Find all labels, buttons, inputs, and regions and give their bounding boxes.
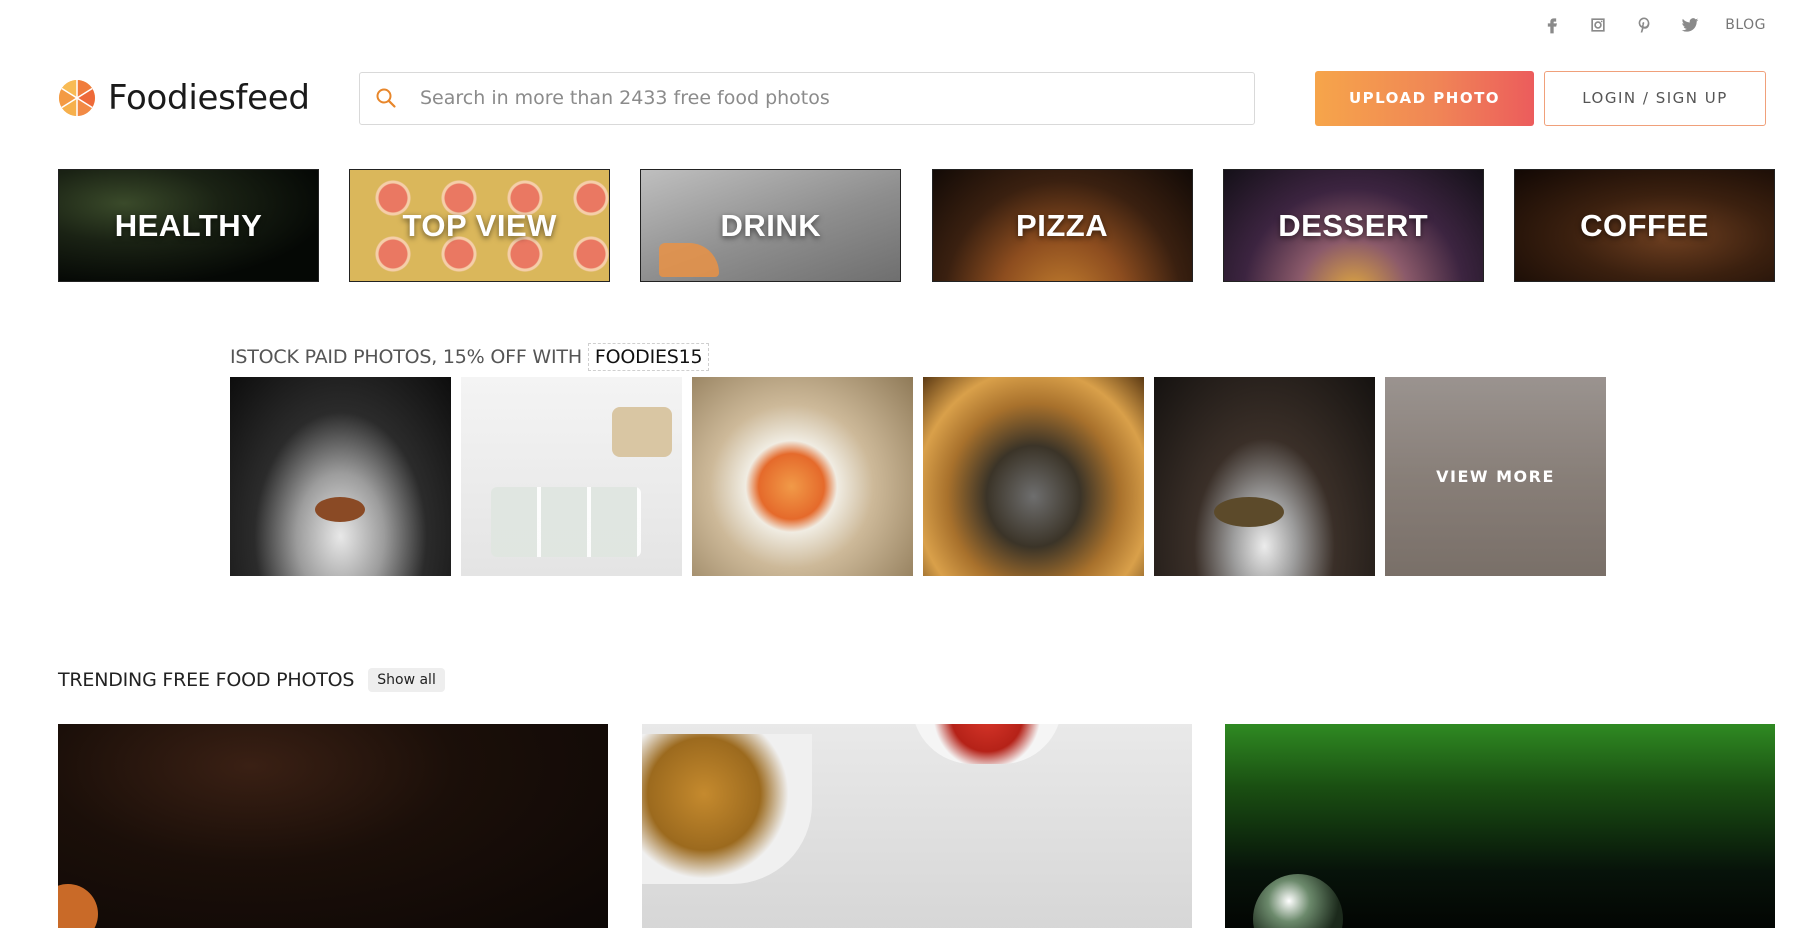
twitter-icon[interactable] xyxy=(1679,14,1701,36)
istock-photo[interactable] xyxy=(692,377,913,576)
trending-photo[interactable] xyxy=(641,724,1192,928)
istock-photo[interactable] xyxy=(923,377,1144,576)
category-pizza[interactable]: PIZZA xyxy=(931,169,1193,282)
category-label: DESSERT xyxy=(1278,207,1429,243)
category-row: HEALTHY TOP VIEW DRINK PIZZA DESSERT COF… xyxy=(58,169,1775,282)
istock-photo-row: VIEW MORE xyxy=(230,377,1606,576)
login-signup-button[interactable]: LOGIN / SIGN UP xyxy=(1544,70,1766,126)
category-label: HEALTHY xyxy=(114,207,263,243)
category-top-view[interactable]: TOP VIEW xyxy=(349,169,611,282)
blog-link[interactable]: BLOG xyxy=(1725,17,1766,33)
category-dessert[interactable]: DESSERT xyxy=(1222,169,1484,282)
trending-heading: TRENDING FREE FOOD PHOTOS Show all xyxy=(58,668,445,692)
category-label: DRINK xyxy=(720,207,822,243)
social-bar: BLOG xyxy=(1541,14,1766,36)
category-label: COFFEE xyxy=(1580,207,1709,243)
view-more-label: VIEW MORE xyxy=(1436,467,1555,486)
category-coffee[interactable]: COFFEE xyxy=(1513,169,1775,282)
trending-photo-row xyxy=(58,724,1775,928)
category-healthy[interactable]: HEALTHY xyxy=(58,169,319,282)
category-label: TOP VIEW xyxy=(402,207,557,243)
logo-aperture-icon xyxy=(58,79,96,117)
facebook-icon[interactable] xyxy=(1541,14,1563,36)
header: Foodiesfeed UPLOAD PHOTO LOGIN / SIGN UP xyxy=(58,70,1766,126)
search-icon[interactable] xyxy=(372,84,400,112)
istock-photo[interactable] xyxy=(1154,377,1375,576)
istock-photo[interactable] xyxy=(461,377,682,576)
logo[interactable]: Foodiesfeed xyxy=(58,78,310,118)
istock-photo[interactable] xyxy=(230,377,451,576)
trending-photo[interactable] xyxy=(1225,724,1775,928)
logo-text: Foodiesfeed xyxy=(108,78,310,118)
show-all-button[interactable]: Show all xyxy=(368,668,445,692)
upload-photo-button[interactable]: UPLOAD PHOTO xyxy=(1315,70,1534,126)
search-input[interactable] xyxy=(420,87,1254,109)
category-label: PIZZA xyxy=(1016,207,1109,243)
trending-photo[interactable] xyxy=(58,724,608,928)
istock-title-text: ISTOCK PAID PHOTOS, 15% OFF WITH xyxy=(230,346,582,368)
search-bar[interactable] xyxy=(359,71,1255,125)
promo-code[interactable]: FOODIES15 xyxy=(587,343,710,371)
istock-heading: ISTOCK PAID PHOTOS, 15% OFF WITH FOODIES… xyxy=(230,343,710,371)
pinterest-icon[interactable] xyxy=(1633,14,1655,36)
istock-view-more-tile[interactable]: VIEW MORE xyxy=(1385,377,1606,576)
instagram-icon[interactable] xyxy=(1587,14,1609,36)
trending-title: TRENDING FREE FOOD PHOTOS xyxy=(58,669,355,691)
category-drink[interactable]: DRINK xyxy=(640,169,902,282)
